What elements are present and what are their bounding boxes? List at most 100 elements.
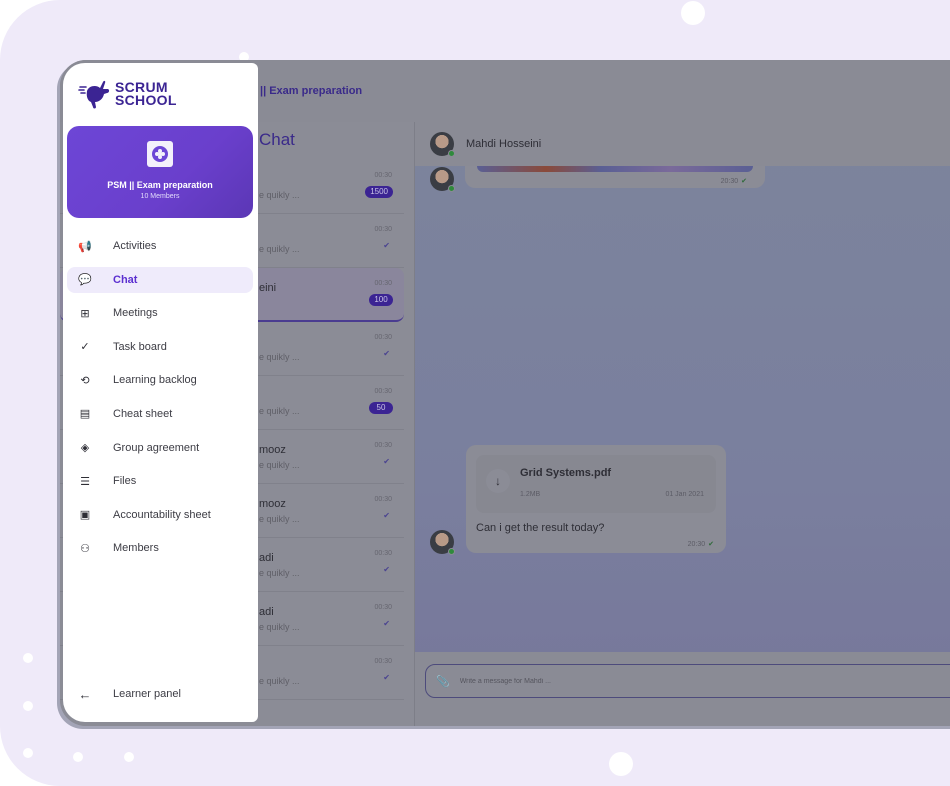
sidebar: SCRUM SCHOOL PSM || Exam preparation 10 … bbox=[63, 63, 258, 722]
brand-wordmark: SCRUM SCHOOL bbox=[115, 79, 177, 108]
decor-dot bbox=[73, 752, 83, 762]
unread-badge: 50 bbox=[369, 402, 393, 414]
chat-name: adi bbox=[259, 606, 274, 618]
sidebar-item-meetings[interactable]: ⊞ Meetings bbox=[67, 300, 253, 326]
composer-bar: 📎 bbox=[415, 652, 950, 726]
chat-preview: e quikly ... bbox=[259, 676, 300, 686]
sender-avatar bbox=[430, 167, 455, 192]
chat-time: 00:30 bbox=[374, 226, 392, 233]
chat-preview: e quikly ... bbox=[259, 622, 300, 632]
chat-time: 00:30 bbox=[374, 172, 392, 179]
sidebar-item-task-board[interactable]: ✓ Task board bbox=[67, 334, 253, 360]
sidebar-item-cheat-sheet[interactable]: ▤ Cheat sheet bbox=[67, 401, 253, 427]
chat-name: adi bbox=[259, 552, 274, 564]
decor-dot bbox=[23, 701, 33, 711]
file-size: 1.2MB bbox=[520, 491, 541, 498]
message-composer: 📎 bbox=[425, 664, 950, 698]
file-name: Grid Systems.pdf bbox=[520, 467, 612, 479]
chat-time: 00:30 bbox=[374, 334, 392, 341]
chat-preview: e quikly ... bbox=[259, 406, 300, 416]
sidebar-item-label: Chat bbox=[113, 273, 138, 286]
group-card[interactable]: PSM || Exam preparation 10 Members bbox=[67, 126, 253, 218]
sidebar-item-label: Files bbox=[113, 475, 137, 488]
sidebar-item-accountability-sheet[interactable]: ▣ Accountability sheet bbox=[67, 502, 253, 528]
contact-name[interactable]: Mahdi Hosseini bbox=[466, 138, 541, 150]
sidebar-item-label: Meetings bbox=[113, 307, 158, 320]
chat-preview: e quikly ... bbox=[259, 514, 300, 524]
folder-doc-icon: ▤ bbox=[79, 408, 91, 421]
read-check-icon: ✔ bbox=[383, 673, 390, 682]
download-icon[interactable]: ↓ bbox=[486, 469, 510, 493]
decor-dot bbox=[23, 653, 33, 663]
chat-preview: e quikly ... bbox=[259, 460, 300, 470]
contact-avatar[interactable] bbox=[430, 132, 455, 157]
message-time: 20:30 ✔ bbox=[687, 541, 714, 548]
message-bubble: 20:30 ✔ bbox=[465, 166, 765, 188]
sidebar-item-chat[interactable]: 💬 Chat bbox=[67, 266, 253, 293]
chat-name: mooz bbox=[259, 498, 286, 510]
sidebar-item-files[interactable]: ☰ Files bbox=[67, 468, 253, 494]
message-input[interactable] bbox=[459, 677, 950, 685]
sidebar-item-members[interactable]: ⚇ Members bbox=[67, 535, 253, 561]
sidebar-item-group-agreement[interactable]: ◈ Group agreement bbox=[67, 435, 253, 461]
learner-panel-link[interactable]: ← Learner panel bbox=[67, 681, 253, 707]
chat-icon: 💬 bbox=[78, 274, 92, 287]
group-members-count: 10 Members bbox=[140, 193, 180, 200]
loop-icon: ⟲ bbox=[80, 374, 90, 387]
decor-dot bbox=[609, 752, 633, 776]
message-bubble: ↓ Grid Systems.pdf 1.2MB 01 Jan 2021 Can… bbox=[466, 445, 726, 553]
logo[interactable]: SCRUM SCHOOL bbox=[77, 77, 177, 111]
image-attachment[interactable] bbox=[477, 166, 753, 172]
read-check-icon: ✔ bbox=[741, 178, 747, 185]
read-check-icon: ✔ bbox=[383, 349, 390, 358]
group-icon bbox=[147, 141, 173, 167]
chat-preview: e quikly ... bbox=[259, 190, 300, 200]
id-badge-icon: ▣ bbox=[79, 509, 91, 522]
read-check-icon: ✔ bbox=[383, 565, 390, 574]
task-check-icon: ✓ bbox=[80, 341, 90, 354]
attach-icon[interactable]: 📎 bbox=[436, 675, 450, 688]
chat-time: 00:30 bbox=[374, 280, 392, 287]
handshake-icon: ◈ bbox=[80, 442, 90, 455]
chat-time: 00:30 bbox=[374, 658, 392, 665]
breadcrumb[interactable]: || Exam preparation bbox=[260, 85, 362, 97]
read-check-icon: ✔ bbox=[383, 511, 390, 520]
sidebar-item-label: Activities bbox=[113, 240, 157, 252]
sidebar-item-label: Learning backlog bbox=[113, 374, 197, 387]
sender-avatar bbox=[430, 530, 455, 555]
sidebar-nav: 📢 Activities 💬 Chat ⊞ Meetings ✓ Task board ⟲ Lea… bbox=[67, 233, 253, 569]
file-date: 01 Jan 2021 bbox=[665, 491, 704, 498]
chat-preview: e quikly ... bbox=[259, 244, 300, 254]
sidebar-item-label: Members bbox=[113, 542, 159, 555]
chat-preview: e quikly ... bbox=[259, 568, 300, 578]
sidebar-item-learning-backlog[interactable]: ⟲ Learning backlog bbox=[67, 367, 253, 393]
read-check-icon: ✔ bbox=[383, 457, 390, 466]
chat-time: 00:30 bbox=[374, 604, 392, 611]
members-icon: ⚇ bbox=[80, 542, 90, 555]
chat-time: 00:30 bbox=[374, 442, 392, 449]
read-check-icon: ✔ bbox=[708, 541, 714, 548]
sidebar-item-activities[interactable]: 📢 Activities bbox=[67, 233, 253, 259]
archive-icon: ☰ bbox=[80, 475, 90, 488]
unread-badge: 100 bbox=[369, 294, 393, 306]
sidebar-item-label: Group agreement bbox=[113, 441, 200, 454]
read-check-icon: ✔ bbox=[383, 619, 390, 628]
chat-time: 00:30 bbox=[374, 388, 392, 395]
online-indicator bbox=[448, 150, 455, 157]
message-text: Can i get the result today? bbox=[476, 522, 605, 534]
conversation-header: Mahdi Hosseini bbox=[415, 122, 950, 166]
file-attachment[interactable]: ↓ Grid Systems.pdf 1.2MB 01 Jan 2021 bbox=[476, 455, 716, 513]
arrow-left-icon: ← bbox=[78, 686, 92, 702]
sidebar-item-label: Task board bbox=[113, 340, 167, 353]
video-plus-icon: ⊞ bbox=[80, 307, 90, 320]
group-name: PSM || Exam preparation bbox=[107, 180, 213, 190]
chat-name: mooz bbox=[259, 444, 286, 456]
unread-badge: 1500 bbox=[365, 186, 393, 198]
message-time: 20:30 ✔ bbox=[720, 178, 747, 185]
chat-time: 00:30 bbox=[374, 496, 392, 503]
conversation-panel: Mahdi Hosseini 20:30 ✔ ↓ Grid Systems.pdf… bbox=[415, 122, 950, 726]
read-check-icon: ✔ bbox=[383, 241, 390, 250]
rabbit-logo-icon bbox=[78, 80, 110, 109]
decor-dot bbox=[23, 748, 33, 758]
sidebar-item-label: Accountability sheet bbox=[113, 508, 211, 521]
